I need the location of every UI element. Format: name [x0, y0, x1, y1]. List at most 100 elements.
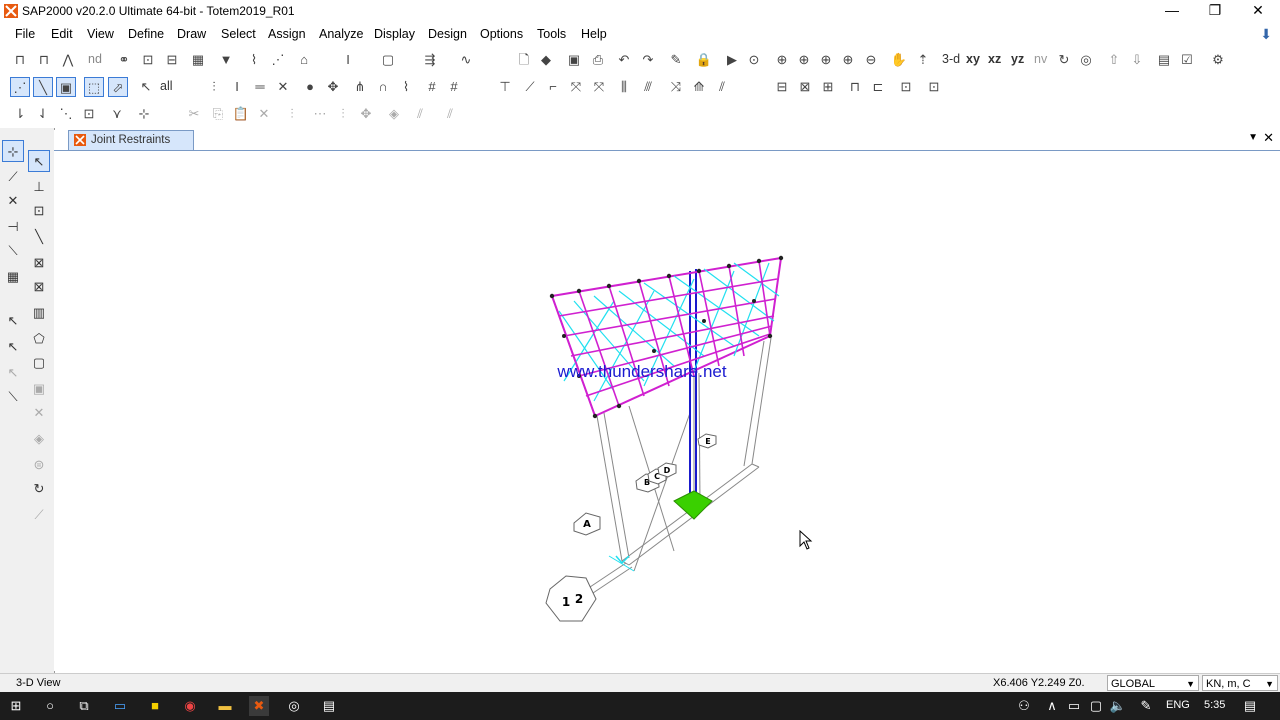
draw-rect-area-icon[interactable]: ▢: [28, 352, 50, 374]
menu-file[interactable]: File: [15, 27, 35, 41]
pointer-icon[interactable]: ⇡: [913, 50, 933, 70]
desktop-app-icon[interactable]: ▭: [110, 696, 130, 716]
release-icon[interactable]: ═: [250, 77, 270, 97]
assign-icon[interactable]: ⊡: [138, 50, 158, 70]
display-options-icon[interactable]: ▤: [1154, 50, 1174, 70]
perspective-icon[interactable]: ◎: [1076, 50, 1096, 70]
view-xz-button[interactable]: xz: [988, 52, 1001, 66]
pan-icon[interactable]: ✋: [889, 50, 909, 70]
menu-draw[interactable]: Draw: [177, 27, 206, 41]
coordinate-system-select[interactable]: GLOBAL ▼: [1107, 675, 1199, 691]
replicate-icon[interactable]: ◈: [384, 104, 404, 124]
menu-assign[interactable]: Assign: [268, 27, 306, 41]
solid3-icon[interactable]: ⫽: [712, 77, 732, 97]
network-icon[interactable]: ▢: [1086, 696, 1106, 716]
tab-dropdown-icon[interactable]: ▼: [1248, 132, 1258, 143]
frame-section-icon[interactable]: I: [227, 77, 247, 97]
number-format2-icon[interactable]: #: [444, 77, 464, 97]
pen-workspace-icon[interactable]: ✎: [1136, 696, 1156, 716]
select-area-icon[interactable]: ▣: [56, 77, 76, 97]
restore-button[interactable]: ❐: [1193, 0, 1237, 22]
view-xy-button[interactable]: xy: [966, 52, 980, 66]
assign-link-icon[interactable]: ⋎: [107, 104, 127, 124]
pause-icon[interactable]: ⊙: [744, 50, 764, 70]
file-explorer-icon[interactable]: ▬: [215, 696, 235, 716]
menu-define[interactable]: Define: [128, 27, 164, 41]
draw-section-cut-icon[interactable]: ◈: [28, 428, 50, 450]
load-icon[interactable]: ⇶: [420, 50, 440, 70]
merge-icon[interactable]: ⋯: [310, 104, 330, 124]
draw-solid-icon[interactable]: ✕: [28, 402, 50, 424]
chrome-icon[interactable]: ◉: [180, 696, 200, 716]
table-icon[interactable]: ▦: [188, 50, 208, 70]
lane-icon[interactable]: ⊡: [924, 77, 944, 97]
new-file-icon[interactable]: 🗋: [514, 50, 534, 70]
new-model-icon[interactable]: ⊓: [10, 50, 30, 70]
menu-select[interactable]: Select: [221, 27, 256, 41]
align-icon[interactable]: ⫶: [282, 104, 302, 124]
assign-joint-icon[interactable]: ⇂: [10, 104, 30, 124]
menu-analyze[interactable]: Analyze: [319, 27, 363, 41]
notifications-icon[interactable]: ▤: [1240, 696, 1260, 716]
special-joint-icon[interactable]: ⊡: [28, 200, 50, 222]
model-3d-view[interactable]: A B C D E 1 2 www.thundershare.net: [54, 151, 1280, 671]
sticky-notes-icon[interactable]: ■: [145, 696, 165, 716]
zoom-full-icon[interactable]: ⊕: [816, 50, 836, 70]
run-analysis-icon[interactable]: ▼: [216, 50, 236, 70]
mesh-icon[interactable]: ⋔: [350, 77, 370, 97]
tab-close-icon[interactable]: ✕: [1263, 130, 1274, 146]
menu-tools[interactable]: Tools: [537, 27, 566, 41]
draw-poly-area-icon[interactable]: ⬠: [28, 328, 50, 350]
diagonal-icon[interactable]: ⤧: [589, 77, 609, 97]
draw-joint-icon[interactable]: ⊹: [2, 140, 24, 162]
waveform-icon[interactable]: ⌇: [396, 77, 416, 97]
joint-icon[interactable]: ●: [300, 77, 320, 97]
deform-icon[interactable]: ⋰: [268, 50, 288, 70]
split-icon[interactable]: ⫶: [333, 104, 353, 124]
move-icon[interactable]: ✥: [323, 77, 343, 97]
assign-solid-icon[interactable]: ⊹: [134, 104, 154, 124]
tab-joint-restraints[interactable]: Joint Restraints: [68, 130, 194, 150]
language-indicator[interactable]: ENG: [1166, 699, 1190, 711]
delete-icon[interactable]: ✕: [254, 104, 274, 124]
cable-icon[interactable]: ⌐: [543, 77, 563, 97]
nd-label[interactable]: nd: [88, 52, 102, 66]
chevron-up-icon[interactable]: ∧: [1042, 696, 1062, 716]
draw-grid-icon[interactable]: ▦: [2, 266, 24, 288]
draw-brace-icon[interactable]: ✕: [2, 190, 24, 212]
move-joints-icon[interactable]: ✥: [356, 104, 376, 124]
reshape-icon[interactable]: ⊥: [28, 176, 50, 198]
menu-options[interactable]: Options: [480, 27, 523, 41]
draw-reference-icon[interactable]: ↻: [28, 478, 50, 500]
select-pointer-icon[interactable]: ↖: [136, 77, 156, 97]
pointer-tool-icon[interactable]: ↖: [28, 150, 50, 172]
model-viewport[interactable]: A B C D E 1 2 www.thundershare.net: [54, 151, 1280, 671]
battery-icon[interactable]: ▭: [1064, 696, 1084, 716]
tendon-icon[interactable]: ⤧: [566, 77, 586, 97]
solid2-icon[interactable]: ⟰: [689, 77, 709, 97]
view-nv-button[interactable]: nv: [1034, 52, 1047, 66]
zoom-restore-icon[interactable]: ⊕: [794, 50, 814, 70]
clear-select-icon[interactable]: ↖: [2, 362, 24, 384]
intersect-icon[interactable]: ⟍: [2, 386, 24, 408]
menu-design[interactable]: Design: [428, 27, 467, 41]
truss-template-icon[interactable]: ⋀: [58, 50, 78, 70]
area-icon[interactable]: ▢: [378, 50, 398, 70]
paste-icon[interactable]: 📋: [231, 104, 251, 124]
layer-icon[interactable]: ⊟: [772, 77, 792, 97]
select-line-icon[interactable]: ╲: [33, 77, 53, 97]
select-window-icon[interactable]: ⬚: [84, 77, 104, 97]
redo-icon[interactable]: ↷: [638, 50, 658, 70]
draw-icon[interactable]: ⊟: [162, 50, 182, 70]
shape-icon[interactable]: ⌂: [294, 50, 314, 70]
print-icon[interactable]: ⎙: [588, 50, 608, 70]
rotate-icon[interactable]: ↻: [1054, 50, 1074, 70]
draw-link-icon[interactable]: ⊣: [2, 216, 24, 238]
shell2-icon[interactable]: ⫻: [638, 77, 658, 97]
cut-icon[interactable]: ✂: [184, 104, 204, 124]
move-down-icon[interactable]: ⇩: [1127, 50, 1147, 70]
view-3d-button[interactable]: 3-d: [942, 52, 960, 66]
assign-section-icon[interactable]: ⫶: [204, 77, 224, 97]
previous-select-icon[interactable]: ↖: [2, 336, 24, 358]
frame-object-icon[interactable]: ⊤: [495, 77, 515, 97]
